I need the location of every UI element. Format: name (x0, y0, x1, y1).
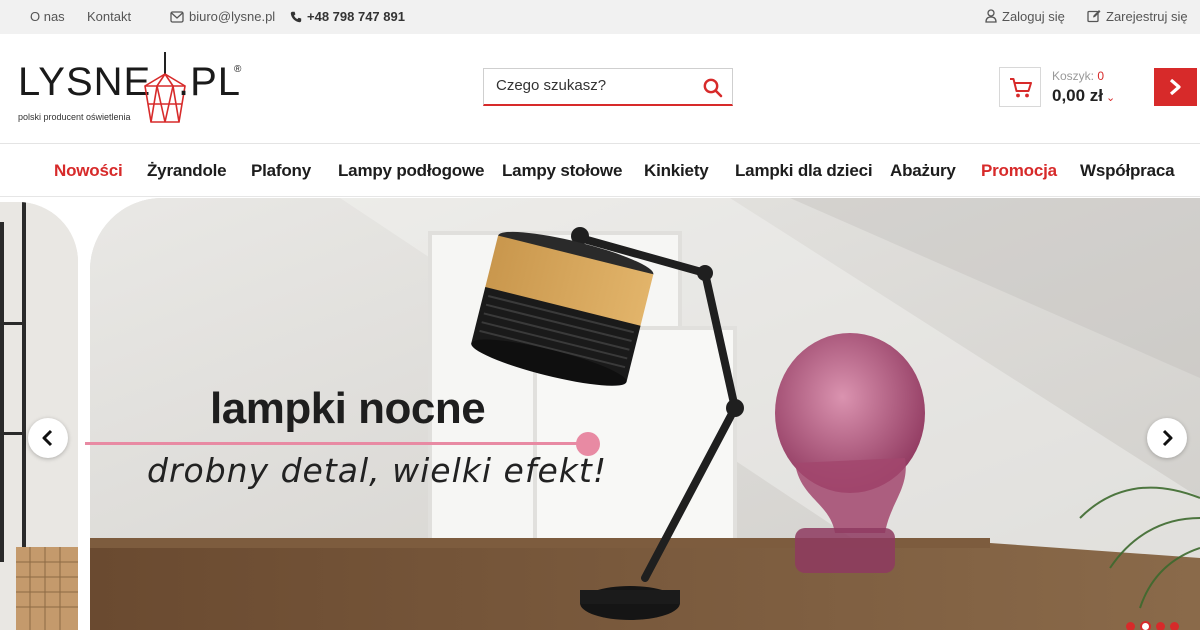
header: LYSNE .PL ® polski producent oświetlenia… (0, 34, 1200, 144)
cart-button[interactable] (999, 67, 1041, 107)
previous-slide-preview[interactable] (0, 202, 78, 630)
phone-text: +48 798 747 891 (307, 9, 405, 24)
cart-label: Koszyk: 0 (1052, 69, 1104, 83)
menu-toggle-button[interactable] (1154, 68, 1197, 106)
cart-label-text: Koszyk: (1052, 69, 1095, 83)
chevron-left-icon (42, 429, 53, 447)
top-bar: O nas Kontakt biuro@lysne.pl +48 798 747… (0, 0, 1200, 34)
register-text: Zarejestruj się (1106, 9, 1188, 24)
nav-item-nowosci[interactable]: Nowości (54, 161, 123, 181)
nav-item-kinkiety[interactable]: Kinkiety (644, 161, 709, 181)
main-nav: Nowości Żyrandole Plafony Lampy podłogow… (0, 145, 1200, 197)
chevron-right-icon (1169, 79, 1181, 95)
logo-tld: .PL (178, 60, 242, 104)
slider-next-button[interactable] (1147, 418, 1187, 458)
envelope-icon (170, 11, 184, 23)
email-link[interactable]: biuro@lysne.pl (170, 9, 275, 24)
user-icon (985, 9, 997, 23)
cart-total-value: 0,00 zł (1052, 86, 1104, 105)
logo[interactable]: LYSNE .PL ® polski producent oświetlenia (18, 52, 248, 128)
decorative-line (85, 442, 585, 445)
phone-icon (290, 11, 302, 23)
slider-dot[interactable] (1170, 622, 1179, 630)
nav-item-promocja[interactable]: Promocja (981, 161, 1057, 181)
login-link[interactable]: Zaloguj się (985, 9, 1065, 24)
chevron-right-icon (1162, 429, 1173, 447)
cart-count: 0 (1097, 69, 1105, 83)
slider-dot[interactable] (1156, 622, 1165, 630)
mirror-image (0, 202, 78, 630)
login-text: Zaloguj się (1002, 9, 1065, 24)
slider-dot[interactable] (1126, 622, 1135, 630)
contact-link[interactable]: Kontakt (87, 9, 131, 24)
search-input[interactable] (496, 77, 696, 94)
nav-item-lampy-podlogowe[interactable]: Lampy podłogowe (338, 161, 484, 181)
phone-link[interactable]: +48 798 747 891 (290, 9, 405, 24)
cart-icon (1010, 78, 1032, 98)
logo-registered: ® (234, 64, 242, 75)
nav-item-plafony[interactable]: Plafony (251, 161, 311, 181)
slide-subtitle: drobny detal, wielki efekt! (147, 451, 608, 490)
nav-item-lampki-dla-dzieci[interactable]: Lampki dla dzieci (735, 161, 873, 181)
register-link[interactable]: Zarejestruj się (1087, 9, 1188, 24)
logo-tagline: polski producent oświetlenia (18, 112, 131, 122)
nav-item-lampy-stolowe[interactable]: Lampy stołowe (502, 161, 622, 181)
edit-icon (1087, 10, 1101, 23)
nav-item-zyrandole[interactable]: Żyrandole (147, 161, 227, 181)
nav-item-abazury[interactable]: Abażury (890, 161, 956, 181)
slide-title: lampki nocne (210, 384, 486, 433)
email-text: biuro@lysne.pl (189, 9, 276, 24)
search-icon[interactable] (702, 77, 724, 99)
about-link[interactable]: O nas (30, 9, 65, 24)
slider-prev-button[interactable] (28, 418, 68, 458)
cart-total[interactable]: 0,00 zł ⌄ (1052, 86, 1115, 106)
nav-item-wspolpraca[interactable]: Współpraca (1080, 161, 1175, 181)
hero-slider: lampki nocne drobny detal, wielki efekt! (0, 198, 1200, 630)
chevron-down-icon: ⌄ (1106, 92, 1116, 104)
logo-brand: LYSNE (18, 60, 152, 104)
slider-dot-active[interactable] (1140, 621, 1151, 630)
search-box (483, 68, 733, 106)
